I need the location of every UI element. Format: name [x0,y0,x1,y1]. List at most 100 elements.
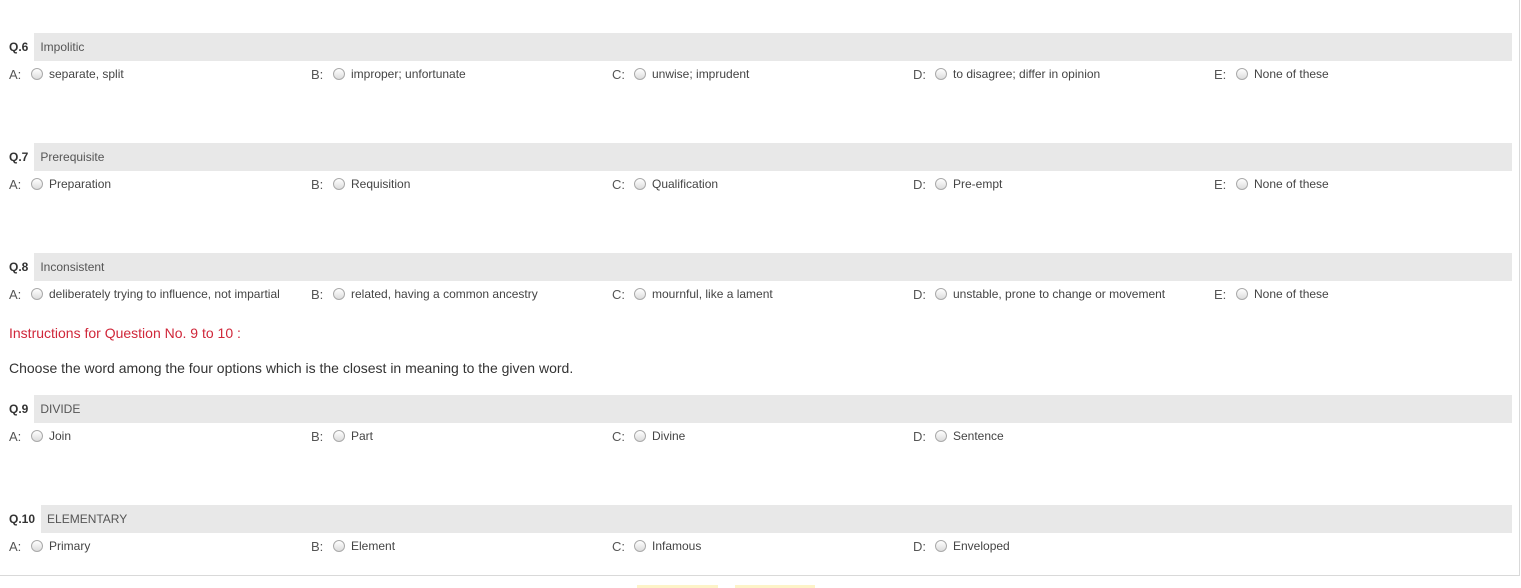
option-letter: A: [9,538,22,554]
question-8: Q.8 Inconsistent A: deliberately trying … [9,253,1512,307]
option-letter: D: [913,286,926,302]
option-b[interactable]: B: Requisition [311,171,410,197]
radio-button[interactable] [935,178,947,190]
option-letter: B: [311,286,324,302]
option-list: A: deliberately trying to influence, not… [9,281,1512,307]
option-b[interactable]: B: Element [311,533,395,559]
radio-button[interactable] [935,68,947,80]
question-header: Q.9 DIVIDE [9,395,1512,423]
option-b[interactable]: B: improper; unfortunate [311,61,466,87]
option-letter: B: [311,176,324,192]
radio-button[interactable] [31,178,43,190]
option-text: unwise; imprudent [652,67,750,81]
radio-button[interactable] [31,288,43,300]
option-letter: A: [9,428,22,444]
option-a[interactable]: A: deliberately trying to influence, not… [9,281,280,307]
option-c[interactable]: C: Divine [612,423,685,449]
option-text: Requisition [351,177,411,191]
option-text: Join [49,429,72,443]
option-text: Primary [49,539,91,553]
radio-button[interactable] [333,68,345,80]
option-c[interactable]: C: Infamous [612,533,701,559]
option-letter: A: [9,176,22,192]
option-letter: D: [913,66,926,82]
radio-button[interactable] [1236,178,1248,190]
option-d[interactable]: D: unstable, prone to change or movement [913,281,1165,307]
question-number: Q.9 [9,395,35,423]
radio-button[interactable] [935,288,947,300]
option-a[interactable]: A: Preparation [9,171,111,197]
option-text: separate, split [49,67,124,81]
question-7: Q.7 Prerequisite A: Preparation B: Requi… [9,143,1512,197]
option-letter: C: [612,176,625,192]
option-letter: C: [612,66,625,82]
option-c[interactable]: C: mournful, like a lament [612,281,773,307]
option-text: Infamous [652,539,702,553]
question-panel: Q.6 Impolitic A: separate, split B: impr… [0,0,1520,576]
option-d[interactable]: D: Enveloped [913,533,1010,559]
option-d[interactable]: D: Sentence [913,423,1004,449]
question-number: Q.6 [9,33,35,61]
question-word: Prerequisite [40,150,105,164]
option-letter: C: [612,428,625,444]
option-d[interactable]: D: to disagree; differ in opinion [913,61,1100,87]
option-text: deliberately trying to influence, not im… [49,287,280,301]
radio-button[interactable] [634,178,646,190]
option-d[interactable]: D: Pre-empt [913,171,1002,197]
question-header: Q.8 Inconsistent [9,253,1512,281]
option-e[interactable]: E: None of these [1214,281,1329,307]
radio-button[interactable] [333,178,345,190]
instructions-body: Choose the word among the four options w… [9,360,574,376]
radio-button[interactable] [333,540,345,552]
option-text: mournful, like a lament [652,287,773,301]
radio-button[interactable] [634,68,646,80]
option-c[interactable]: C: Qualification [612,171,718,197]
option-text: Enveloped [953,539,1010,553]
option-letter: A: [9,66,22,82]
option-a[interactable]: A: Join [9,423,71,449]
radio-button[interactable] [1236,288,1248,300]
radio-button[interactable] [31,430,43,442]
option-text: None of these [1254,287,1329,301]
radio-button[interactable] [634,288,646,300]
instructions-title: Instructions for Question No. 9 to 10 : [9,325,241,341]
option-letter: B: [311,538,324,554]
option-text: Pre-empt [953,177,1003,191]
question-6: Q.6 Impolitic A: separate, split B: impr… [9,33,1512,87]
option-text: Sentence [953,429,1004,443]
question-number: Q.10 [9,505,42,533]
option-c[interactable]: C: unwise; imprudent [612,61,749,87]
option-text: unstable, prone to change or movement [953,287,1166,301]
radio-button[interactable] [333,288,345,300]
option-letter: E: [1214,176,1227,192]
option-list: A: Primary B: Element C: Infamous D: Env… [9,533,1512,559]
radio-button[interactable] [634,430,646,442]
option-a[interactable]: A: Primary [9,533,90,559]
radio-button[interactable] [935,540,947,552]
radio-button[interactable] [31,540,43,552]
option-e[interactable]: E: None of these [1214,61,1329,87]
radio-button[interactable] [31,68,43,80]
option-b[interactable]: B: related, having a common ancestry [311,281,538,307]
option-letter: C: [612,286,625,302]
option-letter: E: [1214,66,1227,82]
radio-button[interactable] [333,430,345,442]
radio-button[interactable] [634,540,646,552]
radio-button[interactable] [935,430,947,442]
option-letter: A: [9,286,22,302]
option-letter: E: [1214,286,1227,302]
option-e[interactable]: E: None of these [1214,171,1329,197]
question-word: Inconsistent [40,260,105,274]
question-header: Q.7 Prerequisite [9,143,1512,171]
question-10: Q.10 ELEMENTARY A: Primary B: Element C:… [9,505,1512,559]
option-b[interactable]: B: Part [311,423,373,449]
option-letter: B: [311,428,324,444]
option-text: None of these [1254,67,1329,81]
radio-button[interactable] [1236,68,1248,80]
option-letter: B: [311,66,324,82]
option-a[interactable]: A: separate, split [9,61,124,87]
question-9: Q.9 DIVIDE A: Join B: Part C: Divine D: [9,395,1512,449]
option-text: Qualification [652,177,719,191]
option-text: Element [351,539,396,553]
option-text: Preparation [49,177,112,191]
